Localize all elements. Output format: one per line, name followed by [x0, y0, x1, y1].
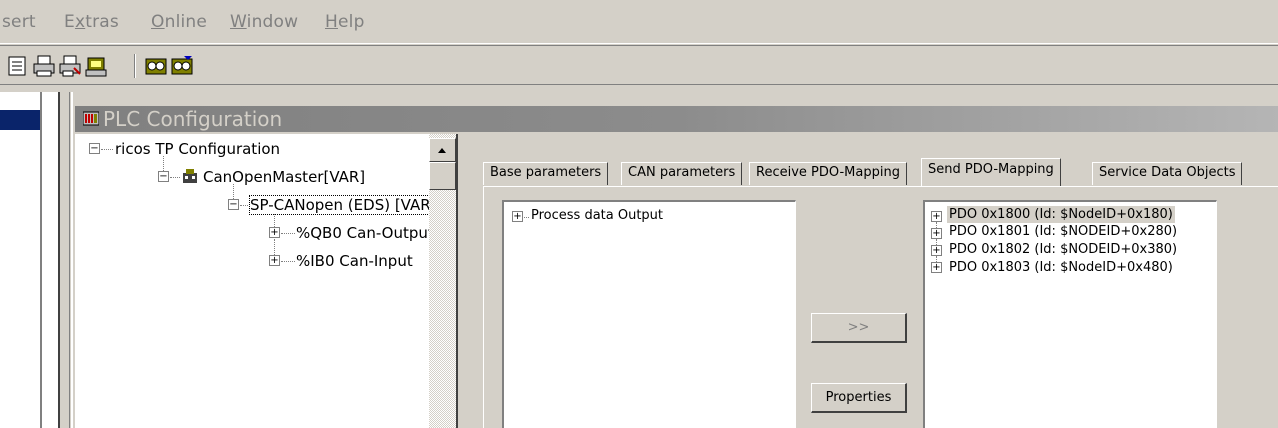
tree-connector — [524, 217, 529, 218]
collapse-icon[interactable]: − — [89, 143, 100, 154]
move-to-mapping-button[interactable]: >> — [811, 313, 907, 343]
tree-connector — [281, 261, 295, 262]
list-item-pdo-1800[interactable]: PDO 0x1800 (Id: $NodeID+0x180) — [947, 206, 1175, 223]
collapse-icon[interactable]: − — [158, 171, 169, 182]
can-master-icon — [181, 167, 199, 185]
menu-window[interactable]: Window — [230, 12, 298, 32]
expand-icon[interactable]: + — [931, 211, 942, 222]
tab-content: + Process data Output >> Properties + PD… — [483, 186, 1278, 428]
available-objects-list[interactable]: + Process data Output — [502, 200, 796, 428]
tree-node-can-input[interactable]: %IB0 Can-Input — [296, 252, 413, 270]
expand-icon[interactable]: + — [269, 255, 280, 266]
app-root: sert Extras Online Window Help PLC Confi… — [0, 0, 1278, 428]
tree-node-root[interactable]: ricos TP Configuration — [115, 140, 280, 158]
tab-send-pdo-mapping[interactable]: Send PDO-Mapping — [921, 158, 1061, 186]
window-title: PLC Configuration — [103, 107, 283, 131]
configuration-tree[interactable]: − ricos TP Configuration − CanOpenMaster… — [75, 134, 438, 428]
list-item-pdo-1803[interactable]: PDO 0x1803 (Id: $NodeID+0x480) — [949, 260, 1173, 275]
expand-icon[interactable]: + — [512, 211, 523, 222]
list-item-process-data-output[interactable]: Process data Output — [531, 208, 663, 223]
window-titlebar[interactable]: PLC Configuration — [75, 106, 1278, 132]
expand-icon[interactable]: + — [931, 262, 942, 273]
tree-connector — [233, 184, 234, 199]
tab-base-parameters[interactable]: Base parameters — [483, 162, 609, 185]
list-icon[interactable] — [6, 54, 30, 78]
list-item-pdo-1801[interactable]: PDO 0x1801 (Id: $NODEID+0x280) — [949, 224, 1177, 239]
panel-gap — [60, 92, 70, 428]
scroll-thumb[interactable] — [429, 162, 456, 190]
tree-scrollbar[interactable] — [429, 134, 456, 428]
scroll-up-button[interactable] — [429, 138, 456, 162]
find-icon[interactable] — [144, 54, 168, 78]
toolbar — [0, 45, 1278, 85]
expand-icon[interactable]: + — [931, 228, 942, 239]
list-item-pdo-1802[interactable]: PDO 0x1802 (Id: $NODEID+0x380) — [949, 242, 1177, 257]
tree-connector — [281, 233, 295, 234]
plc-config-icon — [82, 111, 100, 126]
properties-button[interactable]: Properties — [811, 383, 907, 413]
object-organizer-strip — [0, 92, 60, 428]
print-setup-icon[interactable] — [58, 54, 82, 78]
tree-node-can-output[interactable]: %QB0 Can-Output — [296, 224, 434, 242]
menu-online[interactable]: Online — [151, 12, 207, 32]
module-properties-panel: Base parameters CAN parameters Receive P… — [466, 134, 1278, 428]
plc-configuration-window: PLC Configuration − ricos TP Configurati… — [71, 92, 1278, 428]
strip-divider — [40, 92, 42, 428]
expand-icon[interactable]: + — [931, 245, 942, 256]
print-icon[interactable] — [32, 54, 56, 78]
tree-connector — [274, 214, 275, 227]
tree-connector — [163, 156, 164, 171]
tab-service-data-objects[interactable]: Service Data Objects — [1092, 162, 1243, 185]
tree-connector — [170, 177, 180, 178]
menu-help[interactable]: Help — [325, 12, 365, 32]
tree-connector — [274, 239, 275, 255]
splitter[interactable] — [456, 134, 466, 428]
menu-extras[interactable]: Extras — [64, 12, 119, 32]
selected-item-highlight[interactable] — [0, 110, 40, 130]
tree-connector — [240, 205, 248, 206]
toolbar-separator — [134, 54, 136, 78]
menu-bar: sert Extras Online Window Help — [0, 0, 1278, 44]
tree-connector — [101, 149, 113, 150]
tab-can-parameters[interactable]: CAN parameters — [621, 162, 743, 185]
expand-icon[interactable]: + — [269, 227, 280, 238]
menu-insert[interactable]: sert — [2, 12, 36, 32]
selected-pdo-list[interactable]: + PDO 0x1800 (Id: $NodeID+0x180) + PDO 0… — [923, 200, 1217, 428]
tree-node-sp-canopen[interactable]: SP-CANopen (EDS) [VAR] — [249, 195, 438, 215]
find-next-icon[interactable] — [170, 54, 194, 78]
tab-receive-pdo-mapping[interactable]: Receive PDO-Mapping — [749, 162, 907, 185]
controller-icon[interactable] — [84, 54, 108, 78]
tree-node-canopen-master[interactable]: CanOpenMaster[VAR] — [203, 168, 365, 186]
collapse-icon[interactable]: − — [228, 199, 239, 210]
